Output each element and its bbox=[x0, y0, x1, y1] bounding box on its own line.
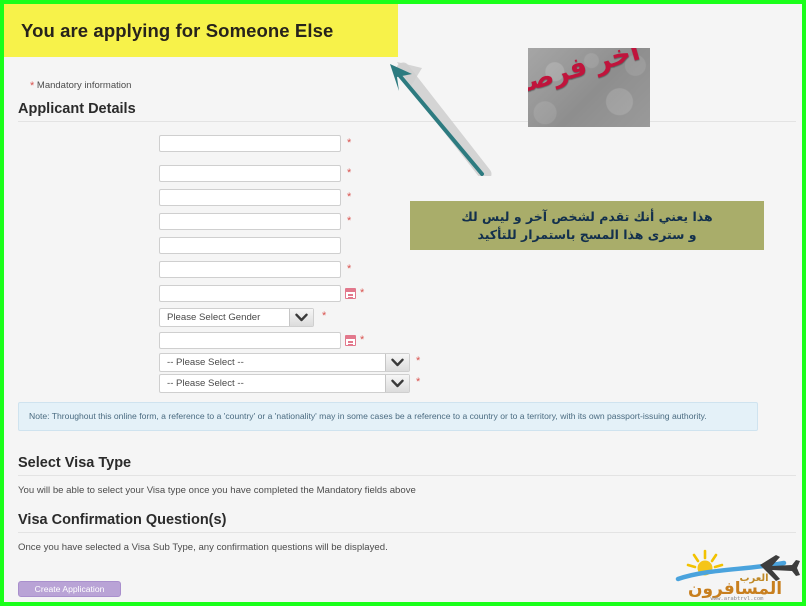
required-marker-date-of-travel: * bbox=[360, 334, 365, 346]
select-visa-type-heading: Select Visa Type bbox=[18, 455, 132, 471]
screenshot-root: You are applying for Someone Else * Mand… bbox=[0, 0, 806, 606]
select-country-of-nationality-value: -- Please Select -- bbox=[167, 378, 244, 389]
required-marker-country-of-nationality: * bbox=[416, 376, 421, 388]
input-passport-number[interactable] bbox=[159, 261, 341, 278]
select-visa-type-divider bbox=[18, 475, 796, 476]
country-nationality-note: Note: Throughout this online form, a ref… bbox=[18, 402, 758, 431]
calendar-icon[interactable] bbox=[345, 335, 356, 346]
select-gender-value: Please Select Gender bbox=[167, 312, 261, 323]
visa-confirmation-heading: Visa Confirmation Question(s) bbox=[18, 512, 227, 528]
required-marker-gender: * bbox=[322, 310, 327, 322]
mandatory-information-note: * Mandatory information bbox=[30, 80, 131, 92]
visa-type-description: You will be able to select your Visa typ… bbox=[18, 485, 416, 496]
chevron-down-icon[interactable] bbox=[385, 354, 409, 371]
required-asterisk: * bbox=[30, 80, 35, 92]
applicant-details-heading: Applicant Details bbox=[18, 101, 136, 117]
applying-for-someone-else-banner: You are applying for Someone Else bbox=[4, 4, 398, 57]
input-date-of-birth[interactable] bbox=[159, 285, 341, 302]
logo-url: www.arabtrvl.com bbox=[711, 596, 765, 601]
visa-confirmation-divider bbox=[18, 532, 796, 533]
create-application-button[interactable]: Create Application bbox=[18, 581, 121, 597]
required-marker-given-name: * bbox=[347, 137, 352, 149]
chevron-down-icon[interactable] bbox=[385, 375, 409, 392]
arabic-annotation-line-1: هذا يعني أنك تقدم لشخص آخر و ليس لك bbox=[461, 208, 713, 224]
select-gender[interactable]: Please Select Gender bbox=[159, 308, 314, 327]
required-marker-family-name: * bbox=[347, 167, 352, 179]
required-marker-date-of-birth: * bbox=[360, 287, 365, 299]
calendar-icon[interactable] bbox=[345, 288, 356, 299]
calligraphy-banner-image: آخر فرصة bbox=[528, 48, 650, 127]
input-primary-contact[interactable] bbox=[159, 213, 341, 230]
required-marker-location: * bbox=[416, 355, 421, 367]
select-location[interactable]: -- Please Select -- bbox=[159, 353, 410, 372]
input-secondary-contact[interactable] bbox=[159, 237, 341, 254]
required-marker-passport-number: * bbox=[347, 263, 352, 275]
input-email[interactable] bbox=[159, 189, 341, 206]
input-family-name[interactable] bbox=[159, 165, 341, 182]
mandatory-note-label: Mandatory information bbox=[36, 80, 132, 91]
chevron-down-icon[interactable] bbox=[289, 309, 313, 326]
visa-confirmation-description: Once you have selected a Visa Sub Type, … bbox=[18, 542, 388, 553]
arabic-annotation-box: هذا يعني أنك تقدم لشخص آخر و ليس لك و ست… bbox=[410, 201, 764, 250]
annotation-arrow bbox=[382, 52, 498, 181]
select-country-of-nationality[interactable]: -- Please Select -- bbox=[159, 374, 410, 393]
arab-travelers-logo: العرب المسافرون www.arabtrvl.com bbox=[672, 549, 802, 602]
applicant-details-divider bbox=[18, 121, 796, 122]
select-location-value: -- Please Select -- bbox=[167, 357, 244, 368]
banner-title: You are applying for Someone Else bbox=[21, 19, 334, 41]
input-given-name[interactable] bbox=[159, 135, 341, 152]
required-marker-email: * bbox=[347, 191, 352, 203]
create-application-label: Create Application bbox=[34, 584, 105, 594]
note-text: Note: Throughout this online form, a ref… bbox=[29, 411, 707, 421]
calligraphy-text: آخر فرصة bbox=[528, 48, 644, 102]
input-date-of-travel[interactable] bbox=[159, 332, 341, 349]
required-marker-primary-contact: * bbox=[347, 215, 352, 227]
visa-application-page: You are applying for Someone Else * Mand… bbox=[4, 4, 802, 602]
arabic-annotation-line-2: و سترى هذا المسج باستمرار للتأكيد bbox=[477, 226, 697, 242]
